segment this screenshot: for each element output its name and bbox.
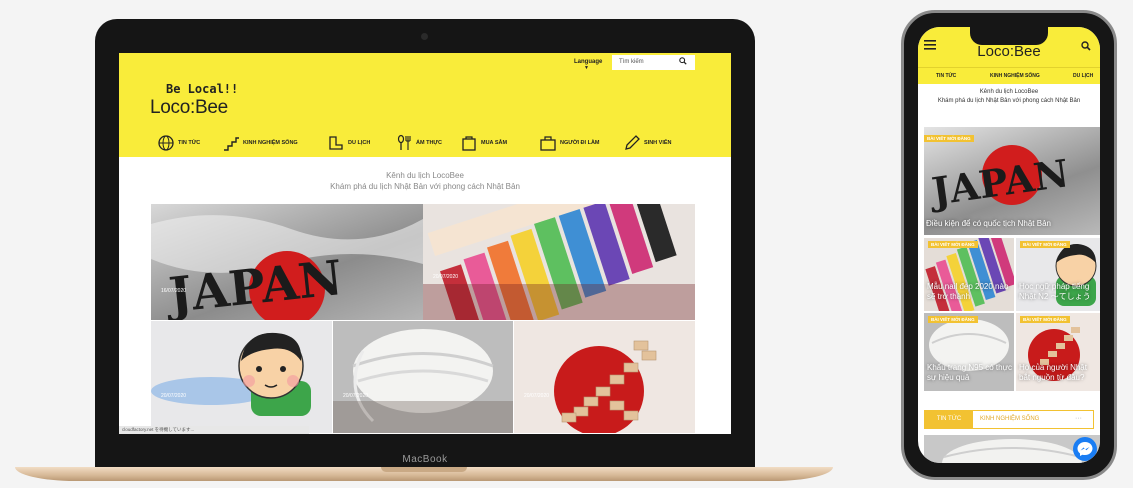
card-caption: Học ngữ pháp tiếng Nhật N2 〜てしょう	[1019, 282, 1091, 301]
nav-label: NGƯỜI ĐI LÀM	[560, 140, 600, 146]
laptop-opening-notch	[381, 467, 467, 472]
laptop-screen: Language ▼ Tìm kiếm Be Local!! Loco:Bee …	[119, 53, 731, 434]
nav-item-tin-tuc[interactable]: TIN TỨC	[157, 133, 200, 153]
tile-date: 20/07/2020	[524, 393, 550, 399]
shopping-bag-icon	[462, 136, 476, 151]
article-tile[interactable]: 20/07/2020	[333, 321, 513, 433]
mobile-logo[interactable]: Loco:Bee	[918, 43, 1100, 60]
nav-item-am-thuc[interactable]: ẨM THỰC	[395, 133, 442, 153]
article-tile[interactable]: 20/07/2020	[151, 321, 332, 433]
new-post-badge: BÀI VIẾT MỚI ĐĂNG	[924, 135, 974, 142]
article-tile[interactable]: 20/07/2020	[423, 204, 695, 320]
laptop-brand-label: MacBook	[402, 454, 448, 465]
utensils-icon	[397, 134, 411, 150]
search-icon[interactable]	[679, 57, 687, 65]
site-header: Language ▼ Tìm kiếm Be Local!! Loco:Bee …	[119, 53, 731, 157]
segment-more[interactable]: ···	[1075, 411, 1082, 426]
tile-date: 20/07/2020	[161, 393, 187, 399]
mobile-tabs: TIN TỨC KINH NGHIỆM SỐNG DU LỊCH	[918, 67, 1100, 84]
card-caption: Họ của người Nhật bắt nguồn từ đâu?	[1019, 363, 1087, 382]
new-post-badge: BÀI VIẾT MỚI ĐĂNG	[1020, 316, 1070, 323]
nav-item-du-lich[interactable]: DU LỊCH	[327, 133, 370, 153]
nav-item-sinh-vien[interactable]: SINH VIÊN	[623, 133, 672, 153]
laptop-frame: Language ▼ Tìm kiếm Be Local!! Loco:Bee …	[95, 19, 755, 471]
tab-kinh-nghiem-song[interactable]: KINH NGHIỆM SỐNG	[990, 73, 1040, 79]
tab-du-lich[interactable]: DU LỊCH	[1073, 73, 1093, 79]
phone-screen: Loco:Bee TIN TỨC KINH NGHIỆM SỐNG DU LỊC…	[918, 27, 1100, 463]
segment-active-tab[interactable]: TIN TỨC	[925, 411, 973, 428]
site-logo[interactable]: Loco:Bee	[150, 97, 228, 119]
nav-item-nguoi-di-lam[interactable]: NGƯỜI ĐI LÀM	[539, 133, 600, 153]
nail-polish-image	[423, 204, 695, 320]
tile-date: 20/07/2020	[343, 393, 369, 399]
article-card[interactable]: BÀI VIẾT MỚI ĐĂNG Học ngữ pháp tiếng Nhậ…	[1016, 238, 1100, 311]
phone-notch	[970, 27, 1048, 45]
japan-blocks-image	[554, 340, 657, 433]
globe-icon	[158, 135, 174, 151]
search-placeholder: Tìm kiếm	[619, 59, 644, 65]
svg-text:JAPAN: JAPAN	[926, 150, 1071, 214]
mobile-intro-title: Kênh du lịch LocoBee	[979, 89, 1039, 95]
chevron-down-icon[interactable]: ▼	[584, 65, 589, 71]
japan-flag-image: JAPAN	[151, 215, 423, 320]
nav-item-mua-sam[interactable]: MUA SẮM	[460, 133, 507, 153]
boot-icon	[329, 136, 343, 150]
card-caption: Khẩu trang N95 có thực sự hiệu quả	[927, 363, 1012, 382]
nav-label: DU LỊCH	[348, 140, 371, 146]
pencil-icon	[625, 135, 640, 150]
site-tagline: Be Local!!	[166, 82, 239, 96]
camera-dot	[421, 33, 428, 40]
intro-subtitle: Khám phá du lịch Nhật Bản với phong cách…	[330, 182, 520, 191]
search-input[interactable]: Tìm kiếm	[612, 55, 695, 70]
article-tile[interactable]: JAPAN 16/07/2020	[151, 204, 423, 320]
new-post-badge: BÀI VIẾT MỚI ĐĂNG	[928, 241, 978, 248]
search-icon[interactable]	[1081, 41, 1091, 51]
new-post-badge: BÀI VIẾT MỚI ĐĂNG	[1020, 241, 1070, 248]
nav-label: KINH NGHIỆM SỐNG	[243, 140, 298, 146]
segment-tab[interactable]: KINH NGHIỆM SỐNG	[980, 411, 1039, 428]
intro-title: Kênh du lịch LocoBee	[386, 171, 464, 180]
stairs-icon	[224, 137, 239, 151]
card-caption: Mẫu nail đẹp 2020 nào sẽ trở thành	[927, 282, 1009, 301]
tile-date: 16/07/2020	[161, 288, 187, 294]
briefcase-icon	[540, 136, 556, 151]
article-card[interactable]: BÀI VIẾT MỚI ĐĂNG Họ của người Nhật bắt …	[1016, 313, 1100, 391]
device-mockup-stage: Language ▼ Tìm kiếm Be Local!! Loco:Bee …	[0, 0, 1133, 488]
sleeping-cartoon-image	[151, 332, 311, 416]
browser-status-bar: cloudfactory.net を待機しています...	[119, 426, 309, 434]
article-tile[interactable]: 20/07/2020	[514, 321, 695, 433]
face-mask-image	[333, 329, 513, 433]
hero-caption: Điều kiện để có quốc tịch Nhật Bản	[926, 219, 1051, 228]
tab-tin-tuc[interactable]: TIN TỨC	[936, 73, 956, 79]
nav-label: SINH VIÊN	[644, 140, 672, 146]
nav-label: TIN TỨC	[178, 140, 201, 146]
messenger-icon[interactable]	[1073, 437, 1097, 461]
category-segment: TIN TỨC KINH NGHIỆM SỐNG ···	[924, 410, 1094, 429]
article-card[interactable]: BÀI VIẾT MỚI ĐĂNG Mẫu nail đẹp 2020 nào …	[924, 238, 1014, 311]
hero-article[interactable]: JAPAN BÀI VIẾT MỚI ĐĂNG Điều kiện để có …	[924, 127, 1100, 235]
nav-label: MUA SẮM	[481, 140, 508, 146]
mobile-intro-subtitle: Khám phá du lịch Nhật Bản với phong cách…	[937, 98, 1081, 104]
nav-label: ẨM THỰC	[416, 140, 442, 146]
laptop-base	[15, 467, 833, 481]
new-post-badge: BÀI VIẾT MỚI ĐĂNG	[928, 316, 978, 323]
article-card[interactable]: BÀI VIẾT MỚI ĐĂNG Khẩu trang N95 có thực…	[924, 313, 1014, 391]
tile-date: 20/07/2020	[433, 274, 459, 280]
nav-item-kinh-nghiem-song[interactable]: KINH NGHIỆM SỐNG	[222, 133, 298, 153]
phone-frame: Loco:Bee TIN TỨC KINH NGHIỆM SỐNG DU LỊC…	[901, 10, 1117, 480]
